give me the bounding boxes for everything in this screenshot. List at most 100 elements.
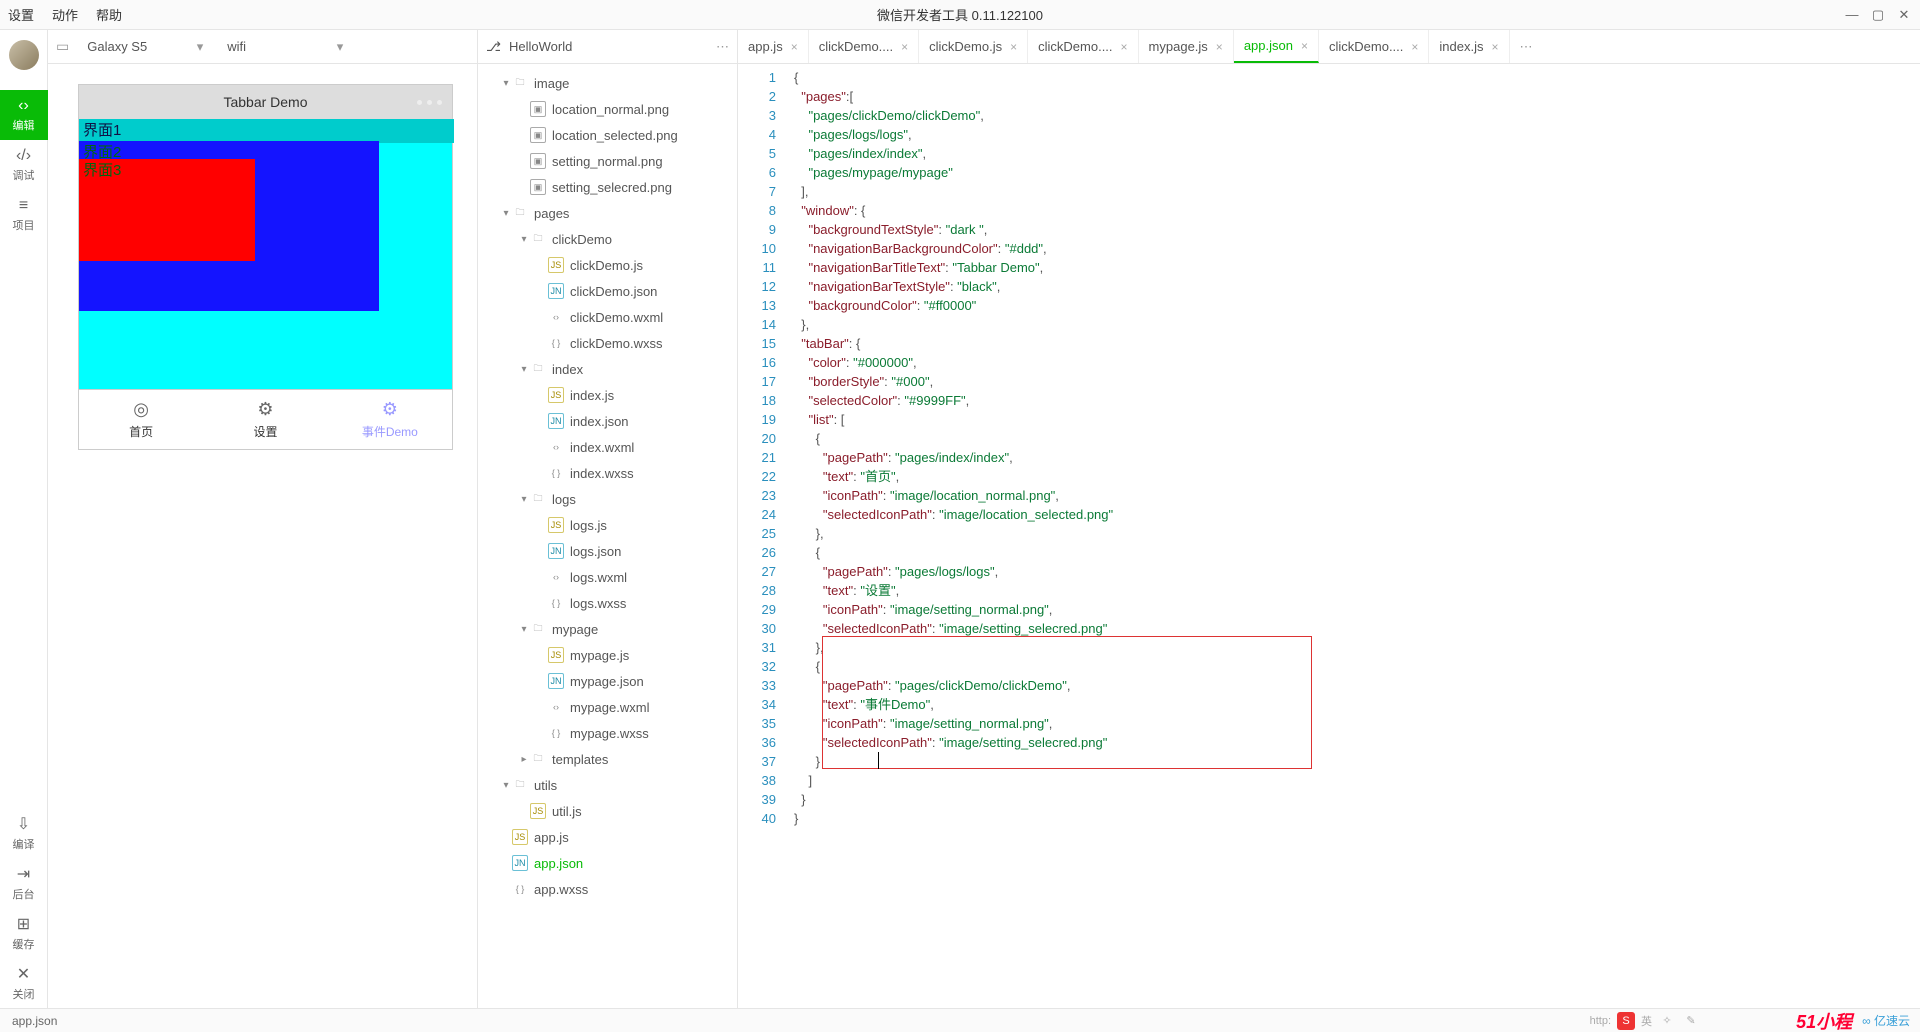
editor-tab-clickDemo....[interactable]: clickDemo....× <box>809 30 919 63</box>
chevron-icon[interactable]: ▾ <box>518 494 530 505</box>
tab-close-icon[interactable]: × <box>1491 40 1498 54</box>
explorer-more-icon[interactable]: ⋯ <box>716 39 729 55</box>
editor-tab-app.json[interactable]: app.json× <box>1234 30 1319 63</box>
ime-icon[interactable]: S <box>1617 1012 1635 1030</box>
rail-关闭[interactable]: ✕关闭 <box>0 958 48 1008</box>
ime-lang[interactable]: 英 <box>1641 1013 1652 1029</box>
rail-调试[interactable]: ‹/›调试 <box>0 140 48 190</box>
chevron-icon[interactable]: ▸ <box>518 754 530 765</box>
rail-编译[interactable]: ⇩编译 <box>0 808 48 858</box>
tree-node-setting_selecred.png[interactable]: ▣setting_selecred.png <box>478 174 737 200</box>
chevron-icon[interactable]: ▾ <box>518 234 530 245</box>
rail-label: 项目 <box>13 217 35 233</box>
project-name: HelloWorld <box>509 39 708 54</box>
tree-node-location_normal.png[interactable]: ▣location_normal.png <box>478 96 737 122</box>
tree-node-util.js[interactable]: JSutil.js <box>478 798 737 824</box>
rail-缓存[interactable]: ⊞缓存 <box>0 908 48 958</box>
tree-label: util.js <box>552 804 582 819</box>
close-icon[interactable]: ✕ <box>1896 7 1912 23</box>
tree-node-index.js[interactable]: JSindex.js <box>478 382 737 408</box>
fold-icon: 🗀 <box>530 621 546 637</box>
phone-tab-0[interactable]: ◎首页 <box>79 390 203 449</box>
tree-node-app.wxss[interactable]: { }app.wxss <box>478 876 737 902</box>
phone-icon[interactable]: ▭ <box>56 38 69 55</box>
tree-node-utils[interactable]: ▾🗀utils <box>478 772 737 798</box>
tree-node-clickDemo.wxss[interactable]: { }clickDemo.wxss <box>478 330 737 356</box>
tree-node-logs.wxml[interactable]: ‹›logs.wxml <box>478 564 737 590</box>
tree-node-mypage.js[interactable]: JSmypage.js <box>478 642 737 668</box>
tab-close-icon[interactable]: × <box>901 40 908 54</box>
fold-icon: 🗀 <box>512 75 528 91</box>
tree-node-mypage[interactable]: ▾🗀mypage <box>478 616 737 642</box>
minimize-icon[interactable]: — <box>1844 7 1860 23</box>
tree-node-index.wxss[interactable]: { }index.wxss <box>478 460 737 486</box>
tree-node-index.wxml[interactable]: ‹›index.wxml <box>478 434 737 460</box>
tree-label: logs.wxml <box>570 570 627 585</box>
menu-help[interactable]: 帮助 <box>96 5 122 24</box>
tab-label: 首页 <box>129 423 153 440</box>
tabs-more-icon[interactable]: ⋯ <box>1510 30 1543 63</box>
tree-node-app.js[interactable]: JSapp.js <box>478 824 737 850</box>
tree-node-clickDemo.json[interactable]: JNclickDemo.json <box>478 278 737 304</box>
rail-项目[interactable]: ≡项目 <box>0 190 48 240</box>
code-area[interactable]: { "pages":[ "pages/clickDemo/clickDemo",… <box>786 64 1920 1008</box>
tree-node-logs.wxss[interactable]: { }logs.wxss <box>478 590 737 616</box>
editor-tab-mypage.js[interactable]: mypage.js× <box>1139 30 1234 63</box>
maximize-icon[interactable]: ▢ <box>1870 7 1886 23</box>
fold-icon: 🗀 <box>530 491 546 507</box>
editor-tab-clickDemo....[interactable]: clickDemo....× <box>1319 30 1429 63</box>
tree-node-setting_normal.png[interactable]: ▣setting_normal.png <box>478 148 737 174</box>
chevron-icon[interactable]: ▾ <box>518 364 530 375</box>
phone-title-text: Tabbar Demo <box>223 94 307 110</box>
avatar[interactable] <box>9 40 39 70</box>
tab-close-icon[interactable]: × <box>1411 40 1418 54</box>
phone-tab-1[interactable]: ⚙设置 <box>203 390 327 449</box>
chevron-icon[interactable]: ▾ <box>500 208 512 219</box>
tab-close-icon[interactable]: × <box>1216 40 1223 54</box>
phone-viewport[interactable]: 界面1 界面2 界面3 <box>79 119 452 389</box>
phone-tab-2[interactable]: ⚙事件Demo <box>328 390 452 449</box>
tab-close-icon[interactable]: × <box>1010 40 1017 54</box>
tree-node-location_selected.png[interactable]: ▣location_selected.png <box>478 122 737 148</box>
phone-menu-icon[interactable] <box>417 100 442 105</box>
js-icon: JS <box>548 647 564 663</box>
tree-node-mypage.wxml[interactable]: ‹›mypage.wxml <box>478 694 737 720</box>
tree-node-image[interactable]: ▾🗀image <box>478 70 737 96</box>
tree-node-clickDemo.js[interactable]: JSclickDemo.js <box>478 252 737 278</box>
tab-close-icon[interactable]: × <box>1121 40 1128 54</box>
tree-node-app.json[interactable]: JNapp.json <box>478 850 737 876</box>
tree-node-logs[interactable]: ▾🗀logs <box>478 486 737 512</box>
editor-tab-app.js[interactable]: app.js× <box>738 30 809 63</box>
editor-tab-clickDemo.js[interactable]: clickDemo.js× <box>919 30 1028 63</box>
tab-close-icon[interactable]: × <box>1301 39 1308 53</box>
tray-icon-1[interactable]: ✧ <box>1658 1012 1676 1030</box>
tab-text: clickDemo.... <box>1038 39 1112 54</box>
code-editor[interactable]: 1234567891011121314151617181920212223242… <box>738 64 1920 1008</box>
tree-node-index.json[interactable]: JNindex.json <box>478 408 737 434</box>
tab-close-icon[interactable]: × <box>791 40 798 54</box>
json-icon: JN <box>548 283 564 299</box>
file-tree[interactable]: ▾🗀image▣location_normal.png▣location_sel… <box>478 64 737 1008</box>
chevron-icon[interactable]: ▾ <box>518 624 530 635</box>
editor-tab-index.js[interactable]: index.js× <box>1429 30 1509 63</box>
menu-settings[interactable]: 设置 <box>8 5 34 24</box>
tree-node-index[interactable]: ▾🗀index <box>478 356 737 382</box>
rail-icon: ‹› <box>18 97 29 115</box>
editor-tab-clickDemo....[interactable]: clickDemo.... × <box>1028 30 1138 63</box>
tree-node-mypage.wxss[interactable]: { }mypage.wxss <box>478 720 737 746</box>
tree-node-clickDemo[interactable]: ▾🗀clickDemo <box>478 226 737 252</box>
tree-node-logs.js[interactable]: JSlogs.js <box>478 512 737 538</box>
tree-node-clickDemo.wxml[interactable]: ‹›clickDemo.wxml <box>478 304 737 330</box>
menu-action[interactable]: 动作 <box>52 5 78 24</box>
tree-node-mypage.json[interactable]: JNmypage.json <box>478 668 737 694</box>
rail-编辑[interactable]: ‹›编辑 <box>0 90 48 140</box>
device-select[interactable]: Galaxy S5 <box>79 37 209 56</box>
tree-node-logs.json[interactable]: JNlogs.json <box>478 538 737 564</box>
chevron-icon[interactable]: ▾ <box>500 780 512 791</box>
tray-icon-2[interactable]: ✎ <box>1682 1012 1700 1030</box>
rail-后台[interactable]: ⇥后台 <box>0 858 48 908</box>
chevron-icon[interactable]: ▾ <box>500 78 512 89</box>
network-select[interactable]: wifi <box>219 37 349 56</box>
tree-node-templates[interactable]: ▸🗀templates <box>478 746 737 772</box>
tree-node-pages[interactable]: ▾🗀pages <box>478 200 737 226</box>
